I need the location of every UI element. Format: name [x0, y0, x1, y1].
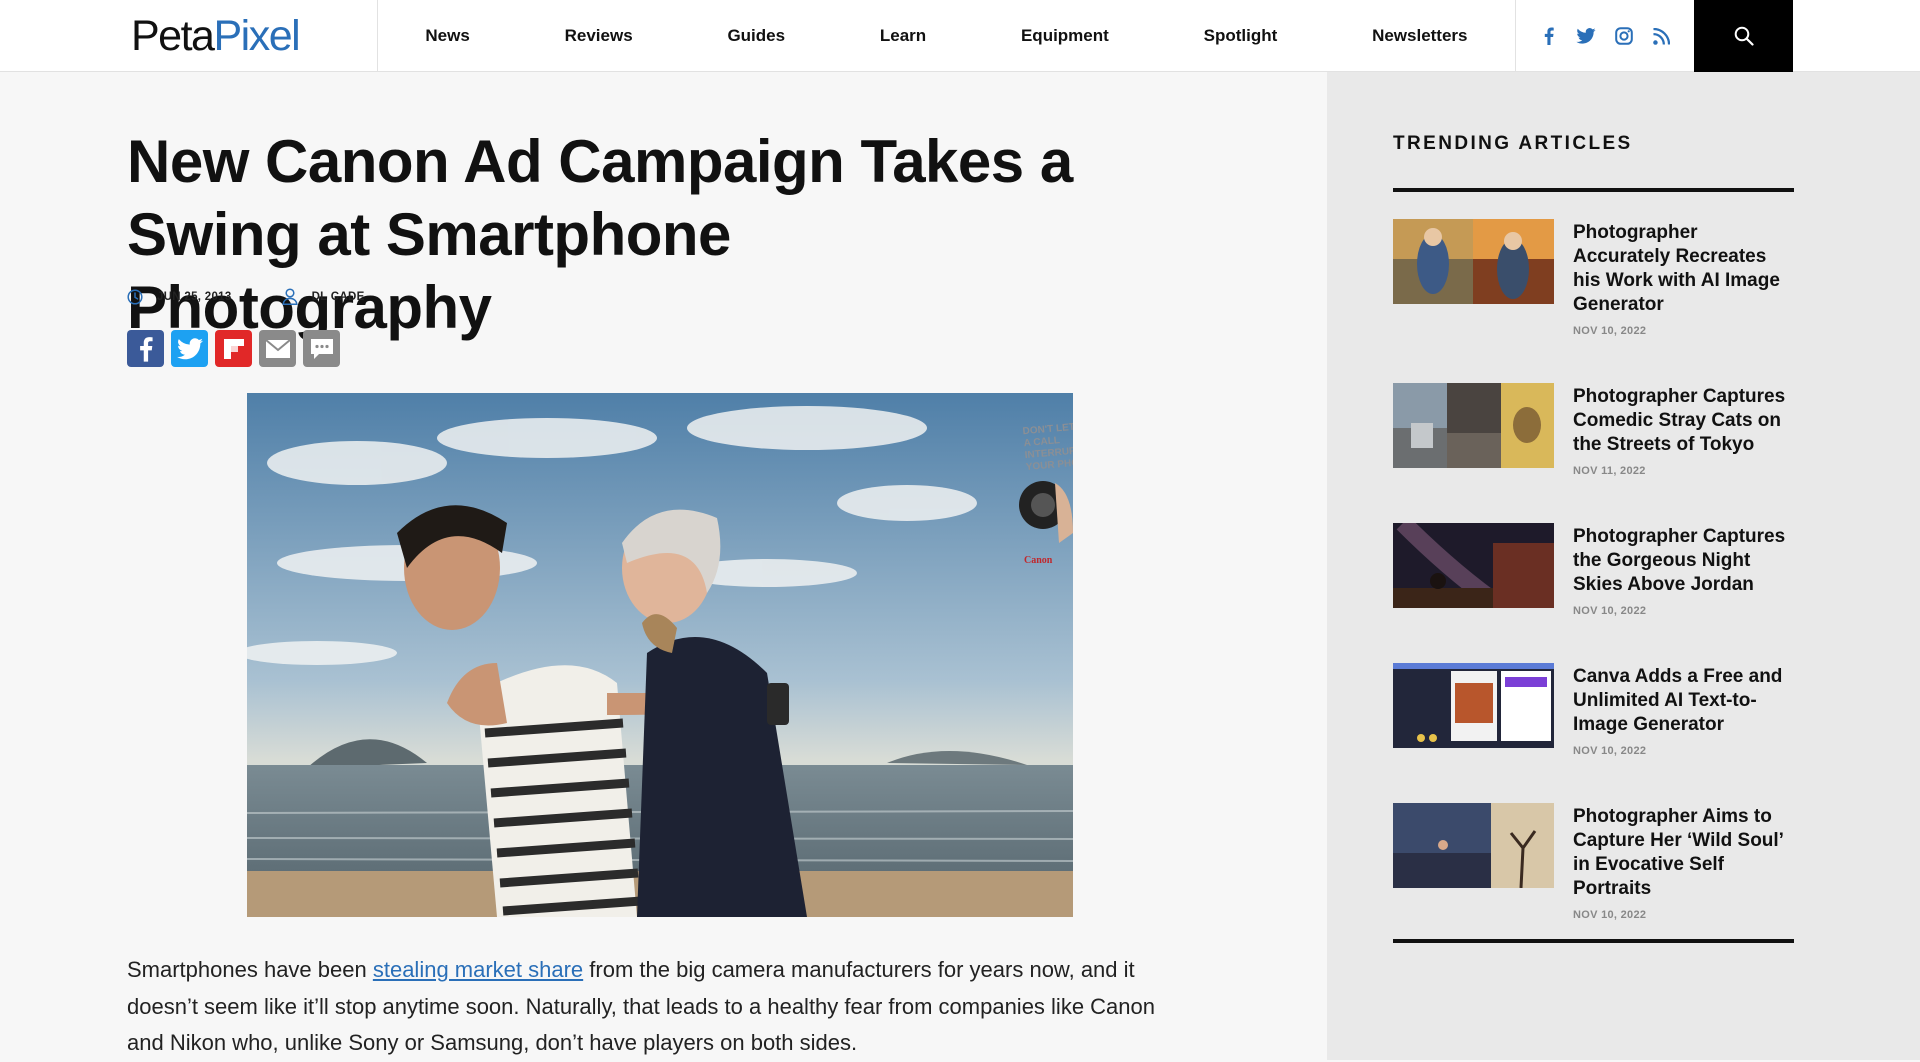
article-author[interactable]: DL CADE: [281, 288, 365, 305]
search-icon: [1734, 26, 1754, 46]
author-name: DL CADE: [311, 290, 365, 303]
rss-icon[interactable]: [1648, 23, 1674, 49]
nav-item-learn[interactable]: Learn: [880, 26, 926, 46]
trending-title[interactable]: Canva Adds a Free and Unlimited AI Text-…: [1573, 665, 1795, 737]
article-title: New Canon Ad Campaign Takes a Swing at S…: [127, 128, 1073, 341]
trending-rule: [1393, 939, 1794, 943]
date-text: JUN 25, 2013: [157, 290, 232, 303]
main-nav: News Reviews Guides Learn Equipment Spot…: [378, 0, 1515, 72]
instagram-icon[interactable]: [1611, 23, 1637, 49]
nav-item-newsletters[interactable]: Newsletters: [1372, 26, 1467, 46]
trending-item[interactable]: Canva Adds a Free and Unlimited AI Text-…: [1393, 663, 1794, 793]
trending-title[interactable]: Photographer Captures Comedic Stray Cats…: [1573, 385, 1795, 457]
site-header: Peta Pixel News Reviews Guides Learn Equi…: [0, 0, 1920, 72]
nav-item-equipment[interactable]: Equipment: [1021, 26, 1109, 46]
trending-item[interactable]: Photographer Captures Comedic Stray Cats…: [1393, 383, 1794, 513]
hero-image: DON'T LET A CALL INTERRUPT YOUR PHOTO Ca…: [247, 393, 1073, 917]
nav-item-news[interactable]: News: [425, 26, 469, 46]
trending-date: NOV 10, 2022: [1573, 605, 1647, 617]
nav-item-reviews[interactable]: Reviews: [565, 26, 633, 46]
social-links: [1516, 0, 1694, 72]
article-paragraph: Smartphones have been stealing market sh…: [127, 952, 1187, 1062]
stealing-market-share-link[interactable]: stealing market share: [373, 957, 583, 982]
twitter-icon: [176, 337, 203, 359]
trending-thumbnail[interactable]: [1393, 663, 1554, 748]
share-comment-button[interactable]: [303, 330, 340, 367]
comment-icon: [310, 338, 333, 359]
site-logo[interactable]: Peta Pixel: [131, 11, 301, 60]
trending-thumbnail[interactable]: [1393, 383, 1554, 468]
email-icon: [264, 338, 291, 358]
share-flipboard-button[interactable]: [215, 330, 252, 367]
trending-title[interactable]: Photographer Accurately Recreates his Wo…: [1573, 221, 1795, 317]
logo-text-pixel: Pixel: [213, 11, 300, 60]
trending-title[interactable]: Photographer Aims to Capture Her ‘Wild S…: [1573, 805, 1795, 901]
trending-date: NOV 11, 2022: [1573, 465, 1646, 477]
logo-text-peta: Peta: [131, 11, 215, 60]
trending-date: NOV 10, 2022: [1573, 325, 1647, 337]
search-button[interactable]: [1694, 0, 1793, 72]
nav-item-guides[interactable]: Guides: [727, 26, 785, 46]
trending-item[interactable]: Photographer Accurately Recreates his Wo…: [1393, 219, 1794, 349]
facebook-icon: [139, 336, 153, 362]
trending-item[interactable]: Photographer Captures the Gorgeous Night…: [1393, 523, 1794, 653]
trending-thumbnail[interactable]: [1393, 523, 1554, 608]
share-facebook-button[interactable]: [127, 330, 164, 367]
trending-thumbnail[interactable]: [1393, 803, 1554, 888]
clock-icon: [127, 288, 143, 305]
trending-date: NOV 10, 2022: [1573, 909, 1647, 921]
paragraph-text: Smartphones have been: [127, 957, 373, 982]
nav-item-spotlight[interactable]: Spotlight: [1204, 26, 1278, 46]
share-email-button[interactable]: [259, 330, 296, 367]
trending-date: NOV 10, 2022: [1573, 745, 1647, 757]
facebook-icon[interactable]: [1536, 23, 1562, 49]
twitter-icon[interactable]: [1573, 23, 1599, 49]
trending-title[interactable]: Photographer Captures the Gorgeous Night…: [1573, 525, 1795, 597]
trending-rule: [1393, 188, 1794, 192]
user-icon: [281, 288, 298, 305]
trending-thumbnail[interactable]: [1393, 219, 1554, 304]
article-date: JUN 25, 2013: [127, 288, 232, 305]
trending-item[interactable]: Photographer Aims to Capture Her ‘Wild S…: [1393, 803, 1794, 933]
article-meta: JUN 25, 2013 DL CADE: [127, 288, 415, 305]
flipboard-icon: [223, 338, 244, 359]
share-twitter-button[interactable]: [171, 330, 208, 367]
trending-heading: TRENDING ARTICLES: [1393, 133, 1633, 154]
svg-text:Canon: Canon: [1024, 555, 1053, 566]
share-bar: [127, 330, 347, 367]
